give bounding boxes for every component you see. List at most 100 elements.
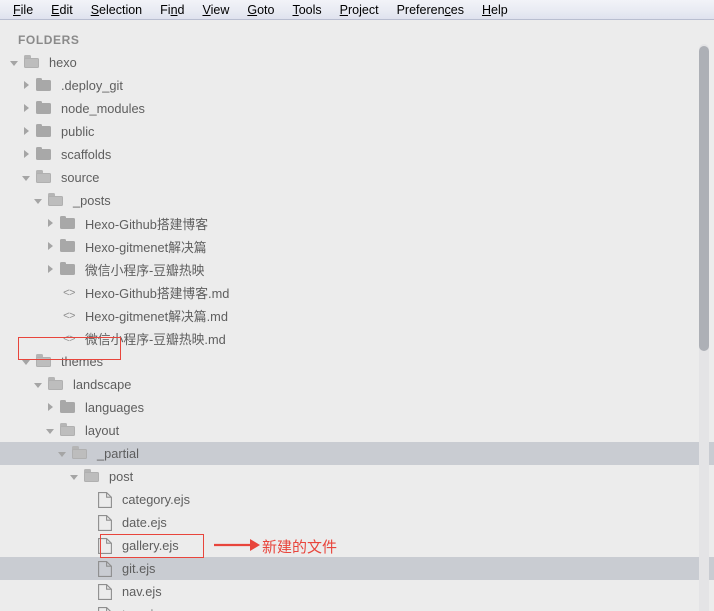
chevron-right-icon[interactable]	[45, 258, 56, 281]
tree-row[interactable]: layout	[0, 419, 714, 442]
tree-row-label: Hexo-gitmenet解决篇.md	[85, 309, 228, 324]
tree-row[interactable]: .deploy_git	[0, 74, 714, 97]
menu-item-help[interactable]: Help	[473, 1, 517, 19]
no-disclosure-spacer	[45, 327, 56, 350]
tree-row-label: git.ejs	[122, 561, 156, 576]
folder-closed-icon	[35, 120, 55, 143]
menu-item-find[interactable]: Find	[151, 1, 193, 19]
chevron-right-icon[interactable]	[45, 212, 56, 235]
file-icon	[96, 603, 116, 611]
menu-item-project[interactable]: Project	[331, 1, 388, 19]
folders-header-label: FOLDERS	[18, 33, 80, 47]
menu-item-selection[interactable]: Selection	[82, 1, 151, 19]
menu-item-file[interactable]: File	[4, 1, 42, 19]
tree-row-label: source	[61, 170, 100, 185]
code-file-icon: <>	[63, 286, 75, 299]
folder-open-icon	[35, 166, 55, 189]
menu-item-view[interactable]: View	[193, 1, 238, 19]
file-tree: hexo .deploy_git node_modulespublic scaffol…	[0, 51, 714, 611]
tree-row[interactable]: hexo	[0, 51, 714, 74]
tree-row[interactable]: tag.ejs	[0, 603, 714, 611]
menu-item-tools[interactable]: Tools	[283, 1, 330, 19]
chevron-down-icon[interactable]	[33, 189, 44, 212]
tree-row[interactable]: themes	[0, 350, 714, 373]
tree-row[interactable]: git.ejs	[0, 557, 714, 580]
folder-closed-icon	[35, 97, 55, 120]
tree-row[interactable]: scaffolds	[0, 143, 714, 166]
tree-row[interactable]: public	[0, 120, 714, 143]
folder-closed-icon	[35, 143, 55, 166]
tree-row[interactable]: source	[0, 166, 714, 189]
tree-row[interactable]: Hexo-gitmenet解决篇	[0, 235, 714, 258]
tree-row-label: public	[61, 124, 95, 139]
folder-closed-icon	[59, 235, 79, 258]
folder-open-icon	[59, 419, 79, 442]
tree-row[interactable]: 微信小程序-豆瓣热映	[0, 258, 714, 281]
folders-sidebar-panel: FOLDERS hexo .deploy_git node_modulespubli…	[0, 21, 714, 611]
tree-row[interactable]: node_modules	[0, 97, 714, 120]
tree-row[interactable]: <> 微信小程序-豆瓣热映.md	[0, 327, 714, 350]
chevron-right-icon[interactable]	[21, 97, 32, 120]
tree-row-label: _posts	[73, 193, 111, 208]
no-disclosure-spacer	[45, 281, 56, 304]
folder-closed-icon	[59, 212, 79, 235]
chevron-down-icon[interactable]	[33, 373, 44, 396]
menu-item-goto[interactable]: Goto	[238, 1, 283, 19]
chevron-down-icon[interactable]	[21, 350, 32, 373]
tree-row[interactable]: gallery.ejs	[0, 534, 714, 557]
tree-row-label: layout	[85, 423, 120, 438]
no-disclosure-spacer	[81, 534, 92, 557]
tree-row-label: gallery.ejs	[122, 538, 179, 553]
no-disclosure-spacer	[81, 557, 92, 580]
chevron-right-icon[interactable]	[45, 235, 56, 258]
folder-open-icon	[71, 442, 91, 465]
chevron-right-icon[interactable]	[21, 143, 32, 166]
tree-row-label: category.ejs	[122, 492, 191, 507]
tree-row-label: landscape	[73, 377, 132, 392]
menu-item-preferences[interactable]: Preferences	[388, 1, 473, 19]
folder-open-icon	[47, 373, 67, 396]
no-disclosure-spacer	[81, 488, 92, 511]
tree-row[interactable]: <> Hexo-Github搭建博客.md	[0, 281, 714, 304]
chevron-down-icon[interactable]	[57, 442, 68, 465]
folder-closed-icon	[59, 258, 79, 281]
tree-row[interactable]: category.ejs	[0, 488, 714, 511]
file-icon	[96, 557, 116, 580]
tree-row-label: Hexo-Github搭建博客	[85, 217, 209, 232]
tree-row-label: themes	[61, 354, 103, 369]
tree-row-label: scaffolds	[61, 147, 112, 162]
tree-row-label: hexo	[49, 55, 77, 70]
menu-item-edit[interactable]: Edit	[42, 1, 82, 19]
chevron-down-icon[interactable]	[69, 465, 80, 488]
tree-row-label: Hexo-Github搭建博客.md	[85, 286, 230, 301]
no-disclosure-spacer	[45, 304, 56, 327]
chevron-right-icon[interactable]	[45, 396, 56, 419]
tree-row[interactable]: landscape	[0, 373, 714, 396]
tree-row-label: nav.ejs	[122, 584, 162, 599]
chevron-down-icon[interactable]	[21, 166, 32, 189]
tree-row-label: 微信小程序-豆瓣热映.md	[85, 332, 226, 347]
folder-open-icon	[83, 465, 103, 488]
tree-row-label: languages	[85, 400, 145, 415]
folder-open-icon	[35, 350, 55, 373]
chevron-right-icon[interactable]	[21, 74, 32, 97]
chevron-down-icon[interactable]	[9, 51, 20, 74]
tree-row-label: _partial	[97, 446, 139, 461]
tree-row[interactable]: post	[0, 465, 714, 488]
tree-row[interactable]: date.ejs	[0, 511, 714, 534]
tree-row-label: post	[109, 469, 134, 484]
tree-row[interactable]: languages	[0, 396, 714, 419]
tree-row[interactable]: nav.ejs	[0, 580, 714, 603]
no-disclosure-spacer	[81, 603, 92, 611]
tree-row-label: 微信小程序-豆瓣热映	[85, 263, 205, 278]
tree-row-label: tag.ejs	[122, 607, 160, 611]
file-icon	[96, 534, 116, 557]
chevron-right-icon[interactable]	[21, 120, 32, 143]
tree-row[interactable]: <> Hexo-gitmenet解决篇.md	[0, 304, 714, 327]
chevron-down-icon[interactable]	[45, 419, 56, 442]
tree-row[interactable]: _posts	[0, 189, 714, 212]
tree-row[interactable]: Hexo-Github搭建博客	[0, 212, 714, 235]
tree-row[interactable]: _partial	[0, 442, 714, 465]
vertical-scrollbar-thumb[interactable]	[699, 46, 709, 351]
no-disclosure-spacer	[81, 511, 92, 534]
